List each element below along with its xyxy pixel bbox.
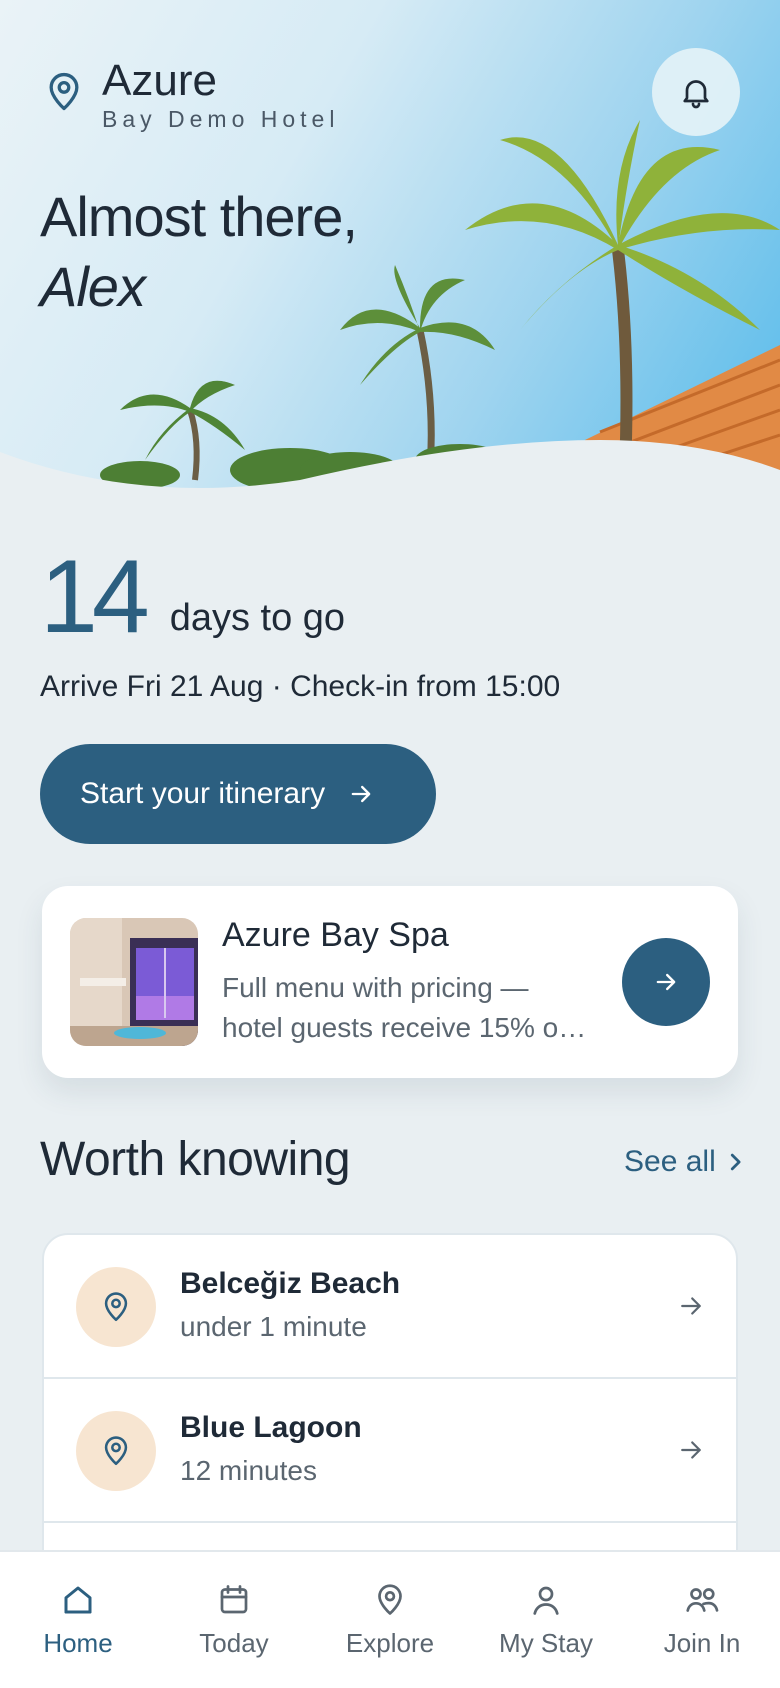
- people-icon: [686, 1588, 719, 1612]
- spa-title: Azure Bay Spa: [222, 916, 449, 954]
- map-pin-icon: [104, 1292, 128, 1322]
- days-count: 14: [40, 539, 150, 655]
- home-icon: [64, 1586, 92, 1614]
- list-item[interactable]: Blue Lagoon 12 minutes: [44, 1379, 736, 1523]
- brand-subtitle: Bay Demo Hotel: [102, 106, 340, 132]
- map-pin-icon: [49, 72, 79, 111]
- calendar-icon: [220, 1585, 248, 1614]
- location-badge: [76, 1411, 156, 1491]
- days-label: days to go: [169, 597, 346, 639]
- arrow-right-icon: [681, 1297, 701, 1315]
- person-icon: [533, 1586, 559, 1615]
- bottom-tab-bar: Home Today Explore My Stay Join In: [0, 1550, 780, 1688]
- spa-description: Full menu with pricing — hotel guests re…: [222, 972, 574, 1043]
- arrow-right-icon: [681, 1441, 701, 1459]
- greeting-line: Almost there,: [40, 185, 358, 248]
- see-all-label: See all: [624, 1145, 716, 1178]
- list-item-title: Belceğiz Beach: [180, 1267, 401, 1300]
- see-all-link[interactable]: See all: [624, 1145, 744, 1179]
- spa-thumbnail: [70, 918, 198, 1046]
- tab-label: Join In: [663, 1628, 741, 1658]
- spa-open-button[interactable]: [622, 938, 710, 1026]
- tab-explore[interactable]: Explore: [312, 1552, 468, 1688]
- brand-name: Azure: [102, 56, 217, 105]
- arrow-right-icon: [656, 973, 676, 991]
- map-pin-icon: [104, 1436, 128, 1466]
- greeting: Almost there, Alex: [40, 182, 358, 322]
- hotel-brand: Azure Bay Demo Hotel: [42, 58, 339, 133]
- tab-label: Explore: [345, 1628, 435, 1658]
- tab-home[interactable]: Home: [0, 1552, 156, 1688]
- notifications-button[interactable]: [652, 48, 740, 136]
- tab-join-in[interactable]: Join In: [624, 1552, 780, 1688]
- tab-label: Today: [199, 1628, 269, 1658]
- tab-label: My Stay: [499, 1628, 593, 1658]
- chevron-right-icon: [730, 1153, 741, 1171]
- spa-card[interactable]: Azure Bay Spa Full menu with pricing — h…: [42, 886, 738, 1078]
- arrival-info: Arrive Fri 21 Aug · Check-in from 15:00: [40, 670, 561, 703]
- arrow-right-icon: [351, 785, 371, 803]
- list-item-title: Blue Lagoon: [180, 1411, 362, 1444]
- tab-label: Home: [43, 1628, 113, 1658]
- list-item[interactable]: Belceğiz Beach under 1 minute: [44, 1235, 736, 1379]
- map-pin-icon: [378, 1584, 402, 1615]
- start-itinerary-button[interactable]: Start your itinerary: [40, 744, 436, 844]
- bell-icon: [683, 80, 709, 109]
- location-badge: [76, 1267, 156, 1347]
- start-itinerary-label: Start your itinerary: [80, 777, 326, 810]
- hero-banner: Azure Bay Demo Hotel Almost there, Alex: [0, 0, 780, 545]
- worth-knowing-title: Worth knowing: [40, 1133, 351, 1186]
- list-item-subtitle: 12 minutes: [180, 1455, 317, 1486]
- tab-today[interactable]: Today: [156, 1552, 312, 1688]
- countdown: 14 days to go: [40, 539, 346, 655]
- guest-name: Alex: [40, 255, 146, 318]
- list-item-subtitle: under 1 minute: [180, 1311, 367, 1342]
- tab-my-stay[interactable]: My Stay: [468, 1552, 624, 1688]
